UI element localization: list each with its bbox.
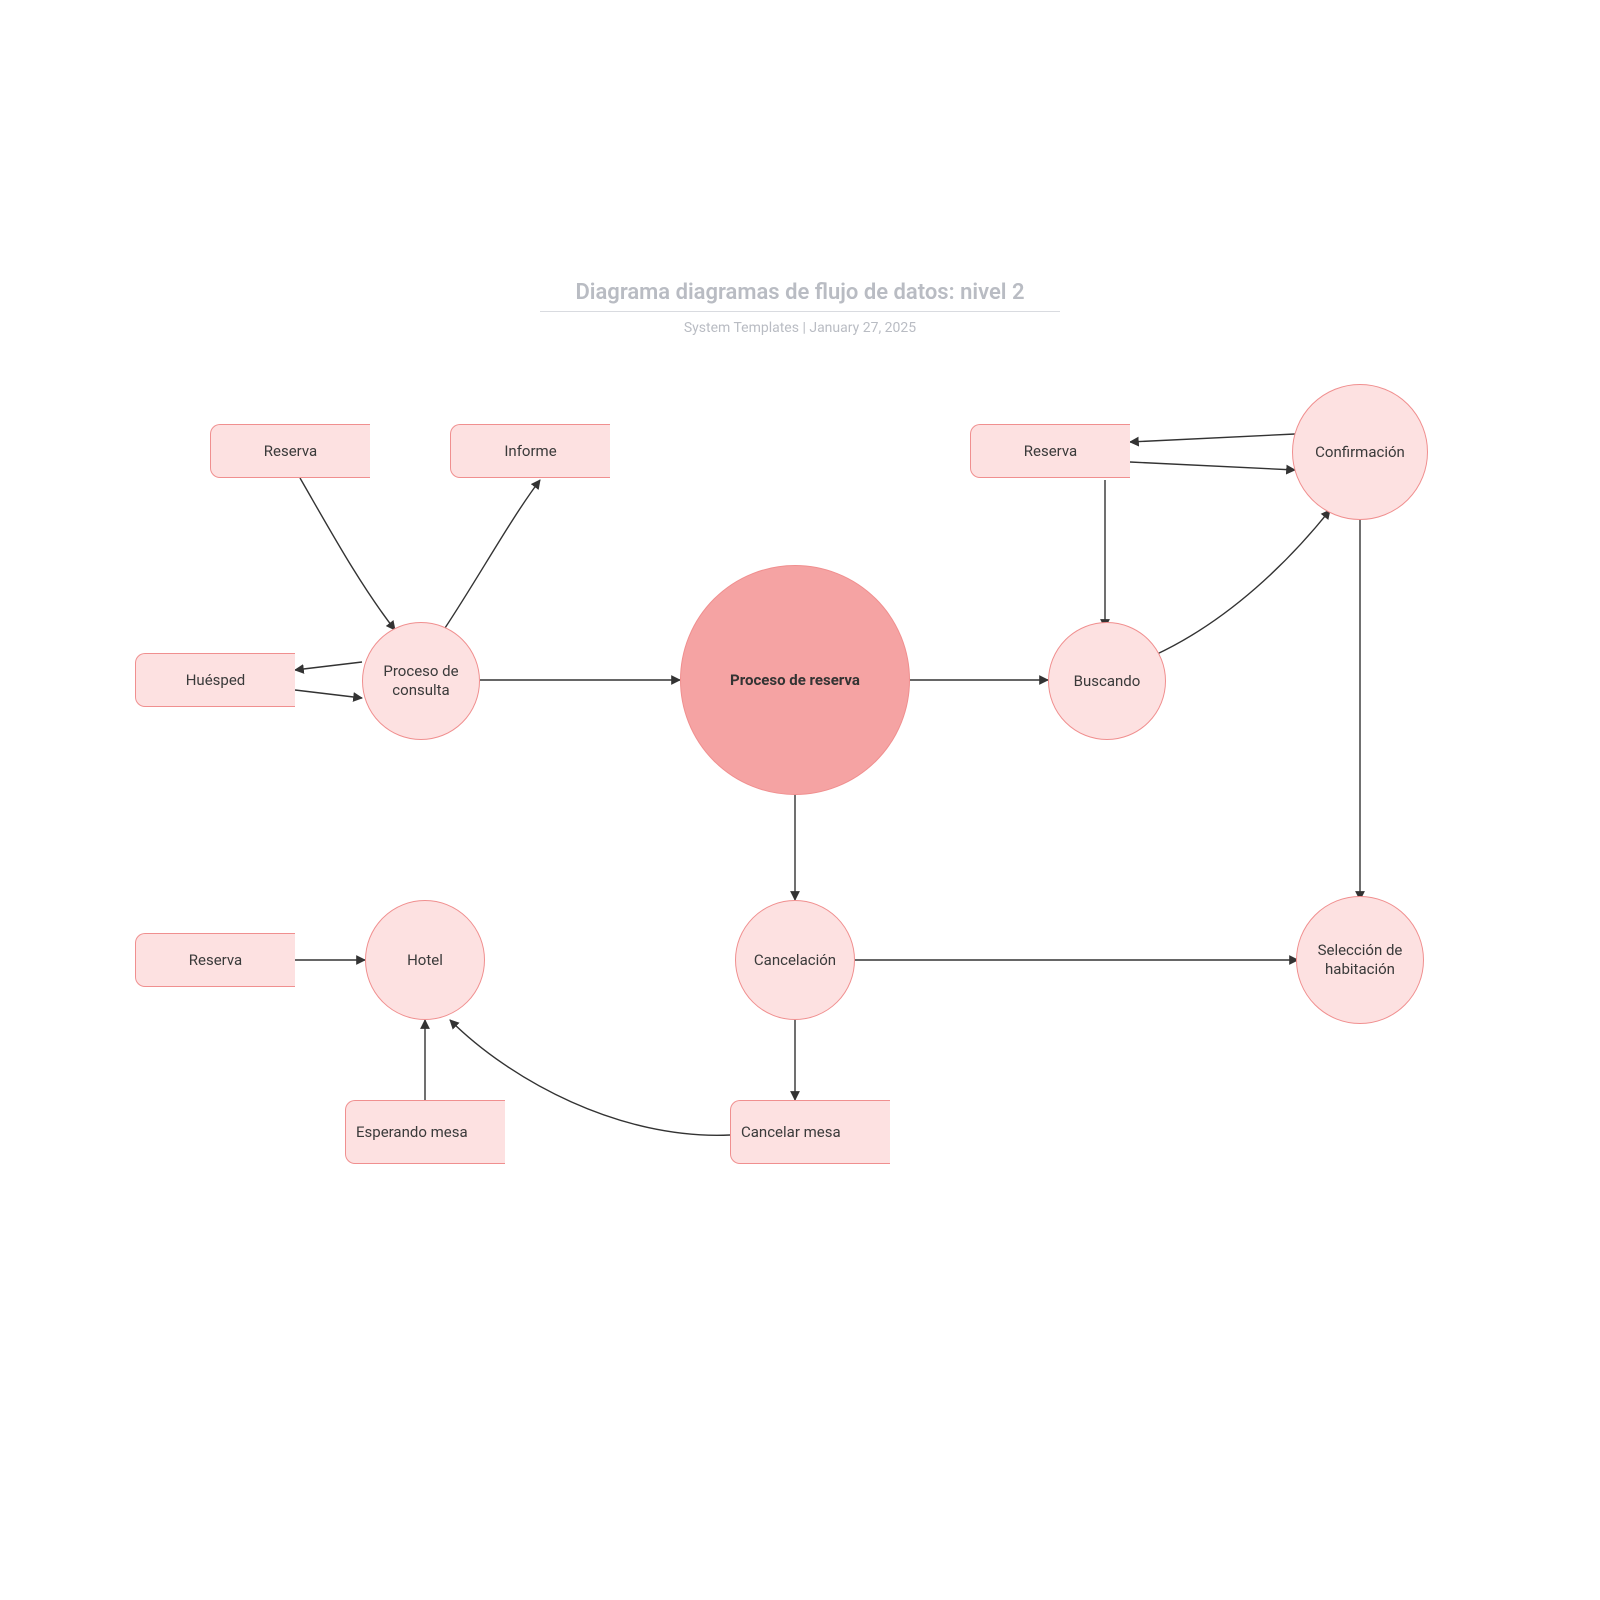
subtitle-author: System Templates xyxy=(684,320,799,336)
circle-buscando[interactable]: Buscando xyxy=(1048,622,1166,740)
diagram-subtitle: System Templates | January 27, 2025 xyxy=(0,320,1600,336)
rect-esperando-mesa[interactable]: Esperando mesa xyxy=(345,1100,505,1164)
rect-cancelar-mesa[interactable]: Cancelar mesa xyxy=(730,1100,890,1164)
subtitle-sep: | xyxy=(799,320,809,336)
circle-proceso-reserva[interactable]: Proceso de reserva xyxy=(680,565,910,795)
diagram-canvas: Diagrama diagramas de flujo de datos: ni… xyxy=(0,0,1600,1600)
circle-cancelacion[interactable]: Cancelación xyxy=(735,900,855,1020)
rect-reserva-bottom-left[interactable]: Reserva xyxy=(135,933,295,987)
rect-reserva-top-right[interactable]: Reserva xyxy=(970,424,1130,478)
rect-reserva-top-left[interactable]: Reserva xyxy=(210,424,370,478)
circle-confirmacion[interactable]: Confirmación xyxy=(1292,384,1428,520)
circle-hotel[interactable]: Hotel xyxy=(365,900,485,1020)
diagram-title: Diagrama diagramas de flujo de datos: ni… xyxy=(540,280,1060,312)
subtitle-date: January 27, 2025 xyxy=(809,320,916,336)
circle-seleccion-habitacion[interactable]: Selección de habitación xyxy=(1296,896,1424,1024)
title-block: Diagrama diagramas de flujo de datos: ni… xyxy=(0,280,1600,336)
rect-huesped[interactable]: Huésped xyxy=(135,653,295,707)
rect-informe[interactable]: Informe xyxy=(450,424,610,478)
circle-proceso-consulta[interactable]: Proceso de consulta xyxy=(362,622,480,740)
edges-layer xyxy=(0,0,1600,1600)
